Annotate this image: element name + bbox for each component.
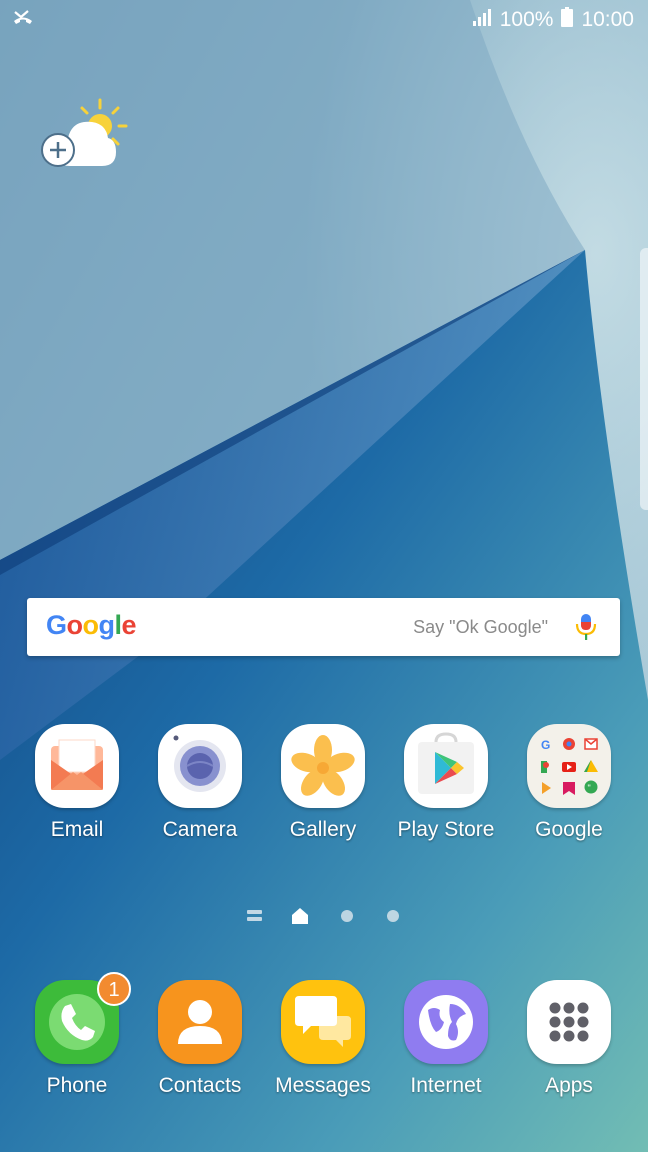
camera-icon [158, 724, 242, 808]
app-messages[interactable]: Messages [263, 980, 383, 1098]
notification-badge: 1 [97, 972, 131, 1006]
home-page-icon[interactable] [292, 908, 308, 924]
phone-icon: 1 [35, 972, 131, 1064]
app-google-folder[interactable]: G " Google [509, 724, 629, 842]
edge-panel-handle[interactable] [640, 248, 648, 510]
page-dot[interactable] [387, 910, 399, 922]
app-label: Apps [545, 1074, 593, 1097]
google-search-bar[interactable]: Google Say "Ok Google" [27, 598, 620, 656]
missed-call-icon[interactable] [12, 8, 34, 31]
app-gallery[interactable]: Gallery [263, 724, 383, 842]
battery-percent: 100% [499, 8, 554, 31]
messages-icon [281, 980, 365, 1064]
app-label: Play Store [397, 818, 495, 841]
app-label: Messages [275, 1074, 371, 1097]
email-icon [35, 724, 119, 808]
app-label: Internet [410, 1074, 482, 1097]
gallery-icon [281, 724, 365, 808]
cellular-signal-icon [472, 8, 492, 32]
app-label: Camera [162, 818, 238, 841]
app-label: Google [535, 818, 603, 841]
battery-full-icon [561, 7, 574, 33]
microphone-icon[interactable] [574, 612, 598, 642]
app-label: Gallery [289, 818, 357, 841]
internet-icon [404, 980, 488, 1064]
app-apps-drawer[interactable]: Apps [509, 980, 629, 1098]
app-phone[interactable]: 1 Phone [17, 972, 137, 1098]
clock-time: 10:00 [581, 8, 634, 31]
app-label: Contacts [158, 1074, 242, 1097]
page-indicator[interactable] [0, 906, 648, 926]
status-bar: 100% 10:00 [0, 0, 648, 40]
svg-text:G: G [541, 738, 550, 752]
app-play-store[interactable]: Play Store [386, 724, 506, 842]
apps-grid-icon [527, 980, 611, 1064]
app-internet[interactable]: Internet [386, 980, 506, 1098]
search-hint: Say "Ok Google" [413, 617, 548, 637]
contacts-icon [158, 980, 242, 1064]
briefing-page-icon[interactable] [247, 910, 262, 921]
app-label: Phone [46, 1074, 108, 1097]
page-dot[interactable] [341, 910, 353, 922]
app-contacts[interactable]: Contacts [140, 980, 260, 1098]
google-folder-icon: G " [527, 724, 611, 808]
weather-add-icon [41, 98, 128, 167]
google-logo: Google [46, 610, 137, 640]
svg-text:": " [588, 783, 591, 793]
app-camera[interactable]: Camera [140, 724, 260, 842]
app-label: Email [50, 818, 104, 841]
play-store-icon [404, 724, 488, 808]
weather-widget[interactable] [40, 96, 132, 170]
app-email[interactable]: Email [17, 724, 137, 842]
